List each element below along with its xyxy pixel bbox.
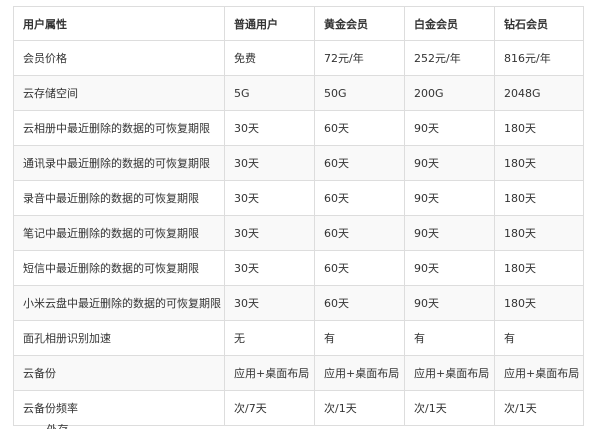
- attribute-cell: 云相册中最近删除的数据的可恢复期限: [13, 110, 225, 146]
- diamond-member-cell: 180天: [494, 180, 584, 216]
- diamond-member-cell: 180天: [494, 110, 584, 146]
- truncated-footer-text: …… 外存: [21, 424, 69, 429]
- platinum-member-cell: 90天: [404, 145, 495, 181]
- header-platinum-member: 白金会员: [404, 6, 495, 41]
- regular-user-cell: 免费: [224, 40, 315, 76]
- membership-comparison-table-container: 用户属性 普通用户 黄金会员 白金会员 钻石会员 会员价格 免费 72元/年 252元…: [13, 6, 584, 426]
- table-row: 小米云盘中最近删除的数据的可恢复期限 30天 60天 90天 180天: [13, 285, 584, 321]
- gold-member-cell: 72元/年: [314, 40, 405, 76]
- table-row: 笔记中最近删除的数据的可恢复期限 30天 60天 90天 180天: [13, 215, 584, 251]
- table-body: 会员价格 免费 72元/年 252元/年 816元/年 云存储空间 5G 50G 200G 204…: [13, 40, 584, 426]
- header-regular-user: 普通用户: [224, 6, 315, 41]
- table-row: 云相册中最近删除的数据的可恢复期限 30天 60天 90天 180天: [13, 110, 584, 146]
- attribute-cell: 云备份频率: [13, 390, 225, 426]
- table-row: 云存储空间 5G 50G 200G 2048G: [13, 75, 584, 111]
- table-row: 云备份 应用+桌面布局 应用+桌面布局 应用+桌面布局 应用+桌面布局: [13, 355, 584, 391]
- gold-member-cell: 60天: [314, 215, 405, 251]
- table-row: 通讯录中最近删除的数据的可恢复期限 30天 60天 90天 180天: [13, 145, 584, 181]
- membership-comparison-table: 用户属性 普通用户 黄金会员 白金会员 钻石会员 会员价格 免费 72元/年 252元…: [13, 6, 584, 426]
- regular-user-cell: 30天: [224, 145, 315, 181]
- attribute-cell: 短信中最近删除的数据的可恢复期限: [13, 250, 225, 286]
- attribute-cell: 会员价格: [13, 40, 225, 76]
- header-diamond-member: 钻石会员: [494, 6, 584, 41]
- gold-member-cell: 次/1天: [314, 390, 405, 426]
- regular-user-cell: 应用+桌面布局: [224, 355, 315, 391]
- diamond-member-cell: 2048G: [494, 75, 584, 111]
- gold-member-cell: 50G: [314, 75, 405, 111]
- diamond-member-cell: 180天: [494, 250, 584, 286]
- platinum-member-cell: 有: [404, 320, 495, 356]
- platinum-member-cell: 90天: [404, 180, 495, 216]
- gold-member-cell: 应用+桌面布局: [314, 355, 405, 391]
- gold-member-cell: 60天: [314, 145, 405, 181]
- diamond-member-cell: 180天: [494, 285, 584, 321]
- regular-user-cell: 30天: [224, 250, 315, 286]
- header-gold-member: 黄金会员: [314, 6, 405, 41]
- platinum-member-cell: 90天: [404, 250, 495, 286]
- attribute-cell: 笔记中最近删除的数据的可恢复期限: [13, 215, 225, 251]
- attribute-cell: 面孔相册识别加速: [13, 320, 225, 356]
- header-row: 用户属性 普通用户 黄金会员 白金会员 钻石会员: [13, 6, 584, 41]
- platinum-member-cell: 90天: [404, 110, 495, 146]
- table-header: 用户属性 普通用户 黄金会员 白金会员 钻石会员: [13, 6, 584, 41]
- attribute-cell: 录音中最近删除的数据的可恢复期限: [13, 180, 225, 216]
- regular-user-cell: 5G: [224, 75, 315, 111]
- gold-member-cell: 60天: [314, 180, 405, 216]
- table-row: 云备份频率 次/7天 次/1天 次/1天 次/1天: [13, 390, 584, 426]
- table-row: 录音中最近删除的数据的可恢复期限 30天 60天 90天 180天: [13, 180, 584, 216]
- regular-user-cell: 次/7天: [224, 390, 315, 426]
- table-row: 会员价格 免费 72元/年 252元/年 816元/年: [13, 40, 584, 76]
- platinum-member-cell: 应用+桌面布局: [404, 355, 495, 391]
- attribute-cell: 小米云盘中最近删除的数据的可恢复期限: [13, 285, 225, 321]
- diamond-member-cell: 有: [494, 320, 584, 356]
- gold-member-cell: 60天: [314, 110, 405, 146]
- platinum-member-cell: 90天: [404, 285, 495, 321]
- gold-member-cell: 有: [314, 320, 405, 356]
- regular-user-cell: 30天: [224, 215, 315, 251]
- regular-user-cell: 30天: [224, 110, 315, 146]
- regular-user-cell: 无: [224, 320, 315, 356]
- table-row: 面孔相册识别加速无有有有: [13, 320, 584, 356]
- platinum-member-cell: 200G: [404, 75, 495, 111]
- attribute-cell: 云备份: [13, 355, 225, 391]
- diamond-member-cell: 816元/年: [494, 40, 584, 76]
- diamond-member-cell: 180天: [494, 215, 584, 251]
- gold-member-cell: 60天: [314, 285, 405, 321]
- header-user-attribute: 用户属性: [13, 6, 225, 41]
- regular-user-cell: 30天: [224, 285, 315, 321]
- diamond-member-cell: 应用+桌面布局: [494, 355, 584, 391]
- platinum-member-cell: 90天: [404, 215, 495, 251]
- platinum-member-cell: 次/1天: [404, 390, 495, 426]
- platinum-member-cell: 252元/年: [404, 40, 495, 76]
- attribute-cell: 云存储空间: [13, 75, 225, 111]
- gold-member-cell: 60天: [314, 250, 405, 286]
- attribute-cell: 通讯录中最近删除的数据的可恢复期限: [13, 145, 225, 181]
- diamond-member-cell: 180天: [494, 145, 584, 181]
- diamond-member-cell: 次/1天: [494, 390, 584, 426]
- table-row: 短信中最近删除的数据的可恢复期限 30天 60天 90天 180天: [13, 250, 584, 286]
- regular-user-cell: 30天: [224, 180, 315, 216]
